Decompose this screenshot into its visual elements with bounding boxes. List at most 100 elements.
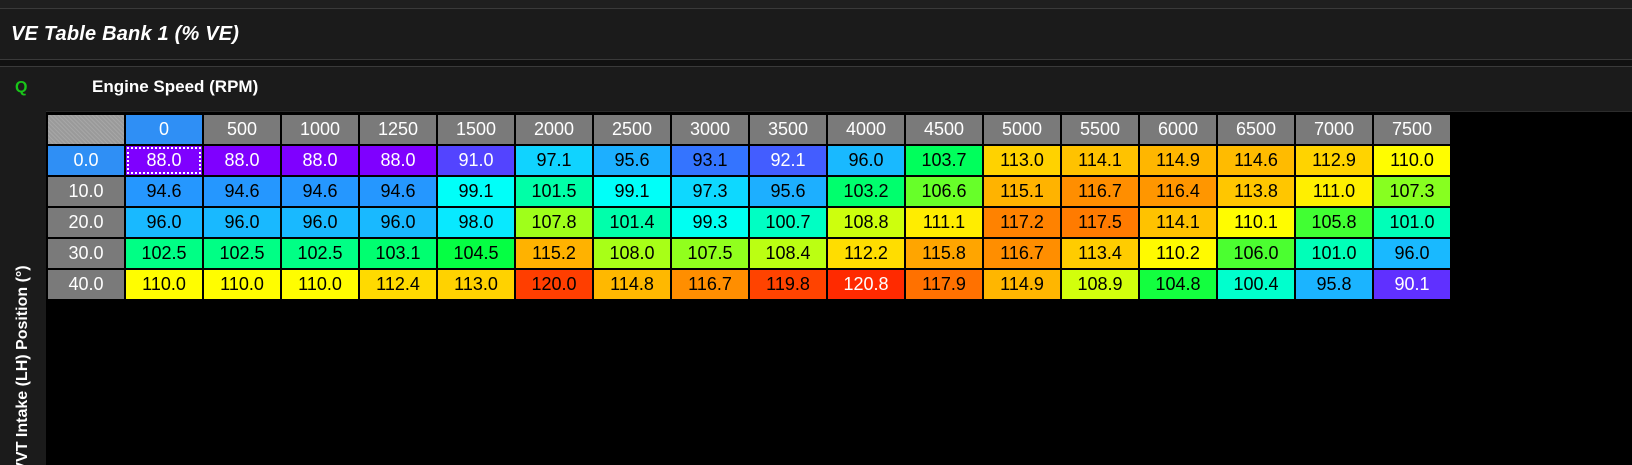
column-header-rpm[interactable]: 1500 (438, 115, 514, 144)
column-header-rpm[interactable]: 3000 (672, 115, 748, 144)
row-header-vvt[interactable]: 10.0 (48, 177, 124, 206)
ve-cell[interactable]: 111.0 (1296, 177, 1372, 206)
ve-cell[interactable]: 101.0 (1374, 208, 1450, 237)
ve-cell[interactable]: 102.5 (204, 239, 280, 268)
ve-cell[interactable]: 101.4 (594, 208, 670, 237)
ve-cell[interactable]: 114.9 (1140, 146, 1216, 175)
column-header-rpm[interactable]: 7500 (1374, 115, 1450, 144)
column-header-rpm[interactable]: 0 (126, 115, 202, 144)
ve-cell[interactable]: 102.5 (282, 239, 358, 268)
ve-cell[interactable]: 116.7 (984, 239, 1060, 268)
ve-cell[interactable]: 106.6 (906, 177, 982, 206)
ve-cell[interactable]: 113.8 (1218, 177, 1294, 206)
ve-cell[interactable]: 96.0 (828, 146, 904, 175)
ve-cell[interactable]: 108.9 (1062, 270, 1138, 299)
ve-cell[interactable]: 97.1 (516, 146, 592, 175)
ve-cell[interactable]: 99.1 (438, 177, 514, 206)
ve-table[interactable]: 0 500 1000 1250 1500 2000 2500 3000 3500 4000 4500… (46, 113, 1452, 301)
ve-cell[interactable]: 103.7 (906, 146, 982, 175)
ve-cell[interactable]: 112.9 (1296, 146, 1372, 175)
ve-cell[interactable]: 115.1 (984, 177, 1060, 206)
ve-cell[interactable]: 94.6 (282, 177, 358, 206)
ve-cell[interactable]: 95.6 (750, 177, 826, 206)
ve-cell[interactable]: 88.0 (360, 146, 436, 175)
ve-cell[interactable]: 110.1 (1218, 208, 1294, 237)
row-header-vvt[interactable]: 40.0 (48, 270, 124, 299)
ve-cell[interactable]: 107.8 (516, 208, 592, 237)
ve-cell[interactable]: 110.2 (1140, 239, 1216, 268)
ve-cell[interactable]: 112.4 (360, 270, 436, 299)
ve-cell[interactable]: 115.8 (906, 239, 982, 268)
ve-cell[interactable]: 110.0 (282, 270, 358, 299)
column-header-rpm[interactable]: 1250 (360, 115, 436, 144)
row-header-vvt[interactable]: 30.0 (48, 239, 124, 268)
column-header-rpm[interactable]: 3500 (750, 115, 826, 144)
quick-edit-icon[interactable]: Q (15, 79, 27, 97)
ve-cell[interactable]: 114.6 (1218, 146, 1294, 175)
ve-cell[interactable]: 116.7 (1062, 177, 1138, 206)
ve-cell[interactable]: 111.1 (906, 208, 982, 237)
ve-cell[interactable]: 110.0 (204, 270, 280, 299)
column-header-rpm[interactable]: 5500 (1062, 115, 1138, 144)
ve-cell[interactable]: 112.2 (828, 239, 904, 268)
ve-cell[interactable]: 88.0 (204, 146, 280, 175)
ve-cell[interactable]: 88.0 (126, 146, 202, 175)
ve-cell[interactable]: 105.8 (1296, 208, 1372, 237)
ve-cell[interactable]: 114.1 (1062, 146, 1138, 175)
ve-cell[interactable]: 99.3 (672, 208, 748, 237)
ve-cell[interactable]: 115.2 (516, 239, 592, 268)
ve-cell[interactable]: 96.0 (204, 208, 280, 237)
ve-cell[interactable]: 88.0 (282, 146, 358, 175)
ve-cell[interactable]: 90.1 (1374, 270, 1450, 299)
ve-cell[interactable]: 106.0 (1218, 239, 1294, 268)
ve-cell[interactable]: 101.0 (1296, 239, 1372, 268)
ve-cell[interactable]: 120.0 (516, 270, 592, 299)
ve-cell[interactable]: 92.1 (750, 146, 826, 175)
ve-cell[interactable]: 102.5 (126, 239, 202, 268)
column-header-rpm[interactable]: 4500 (906, 115, 982, 144)
ve-cell[interactable]: 110.0 (126, 270, 202, 299)
ve-cell[interactable]: 120.8 (828, 270, 904, 299)
column-header-rpm[interactable]: 5000 (984, 115, 1060, 144)
ve-cell[interactable]: 113.4 (1062, 239, 1138, 268)
ve-cell[interactable]: 113.0 (984, 146, 1060, 175)
ve-cell[interactable]: 103.1 (360, 239, 436, 268)
ve-cell[interactable]: 100.4 (1218, 270, 1294, 299)
column-header-rpm[interactable]: 7000 (1296, 115, 1372, 144)
ve-cell[interactable]: 104.5 (438, 239, 514, 268)
ve-cell[interactable]: 103.2 (828, 177, 904, 206)
table-corner[interactable] (48, 115, 124, 144)
ve-cell[interactable]: 94.6 (360, 177, 436, 206)
column-header-rpm[interactable]: 6500 (1218, 115, 1294, 144)
ve-cell[interactable]: 94.6 (126, 177, 202, 206)
ve-cell[interactable]: 108.0 (594, 239, 670, 268)
ve-cell[interactable]: 107.3 (1374, 177, 1450, 206)
ve-cell[interactable]: 116.7 (672, 270, 748, 299)
ve-cell[interactable]: 104.8 (1140, 270, 1216, 299)
ve-cell[interactable]: 93.1 (672, 146, 748, 175)
column-header-rpm[interactable]: 6000 (1140, 115, 1216, 144)
ve-cell[interactable]: 113.0 (438, 270, 514, 299)
column-header-rpm[interactable]: 500 (204, 115, 280, 144)
ve-cell[interactable]: 117.2 (984, 208, 1060, 237)
ve-cell[interactable]: 96.0 (360, 208, 436, 237)
ve-cell[interactable]: 96.0 (126, 208, 202, 237)
ve-cell[interactable]: 110.0 (1374, 146, 1450, 175)
column-header-rpm[interactable]: 2500 (594, 115, 670, 144)
column-header-rpm[interactable]: 1000 (282, 115, 358, 144)
ve-cell[interactable]: 114.1 (1140, 208, 1216, 237)
ve-cell[interactable]: 100.7 (750, 208, 826, 237)
ve-cell[interactable]: 96.0 (1374, 239, 1450, 268)
ve-cell[interactable]: 101.5 (516, 177, 592, 206)
ve-cell[interactable]: 97.3 (672, 177, 748, 206)
ve-cell[interactable]: 108.8 (828, 208, 904, 237)
ve-cell[interactable]: 95.6 (594, 146, 670, 175)
ve-cell[interactable]: 99.1 (594, 177, 670, 206)
ve-cell[interactable]: 116.4 (1140, 177, 1216, 206)
ve-cell[interactable]: 117.9 (906, 270, 982, 299)
ve-cell[interactable]: 98.0 (438, 208, 514, 237)
ve-cell[interactable]: 114.9 (984, 270, 1060, 299)
ve-cell[interactable]: 114.8 (594, 270, 670, 299)
ve-cell[interactable]: 96.0 (282, 208, 358, 237)
column-header-rpm[interactable]: 2000 (516, 115, 592, 144)
